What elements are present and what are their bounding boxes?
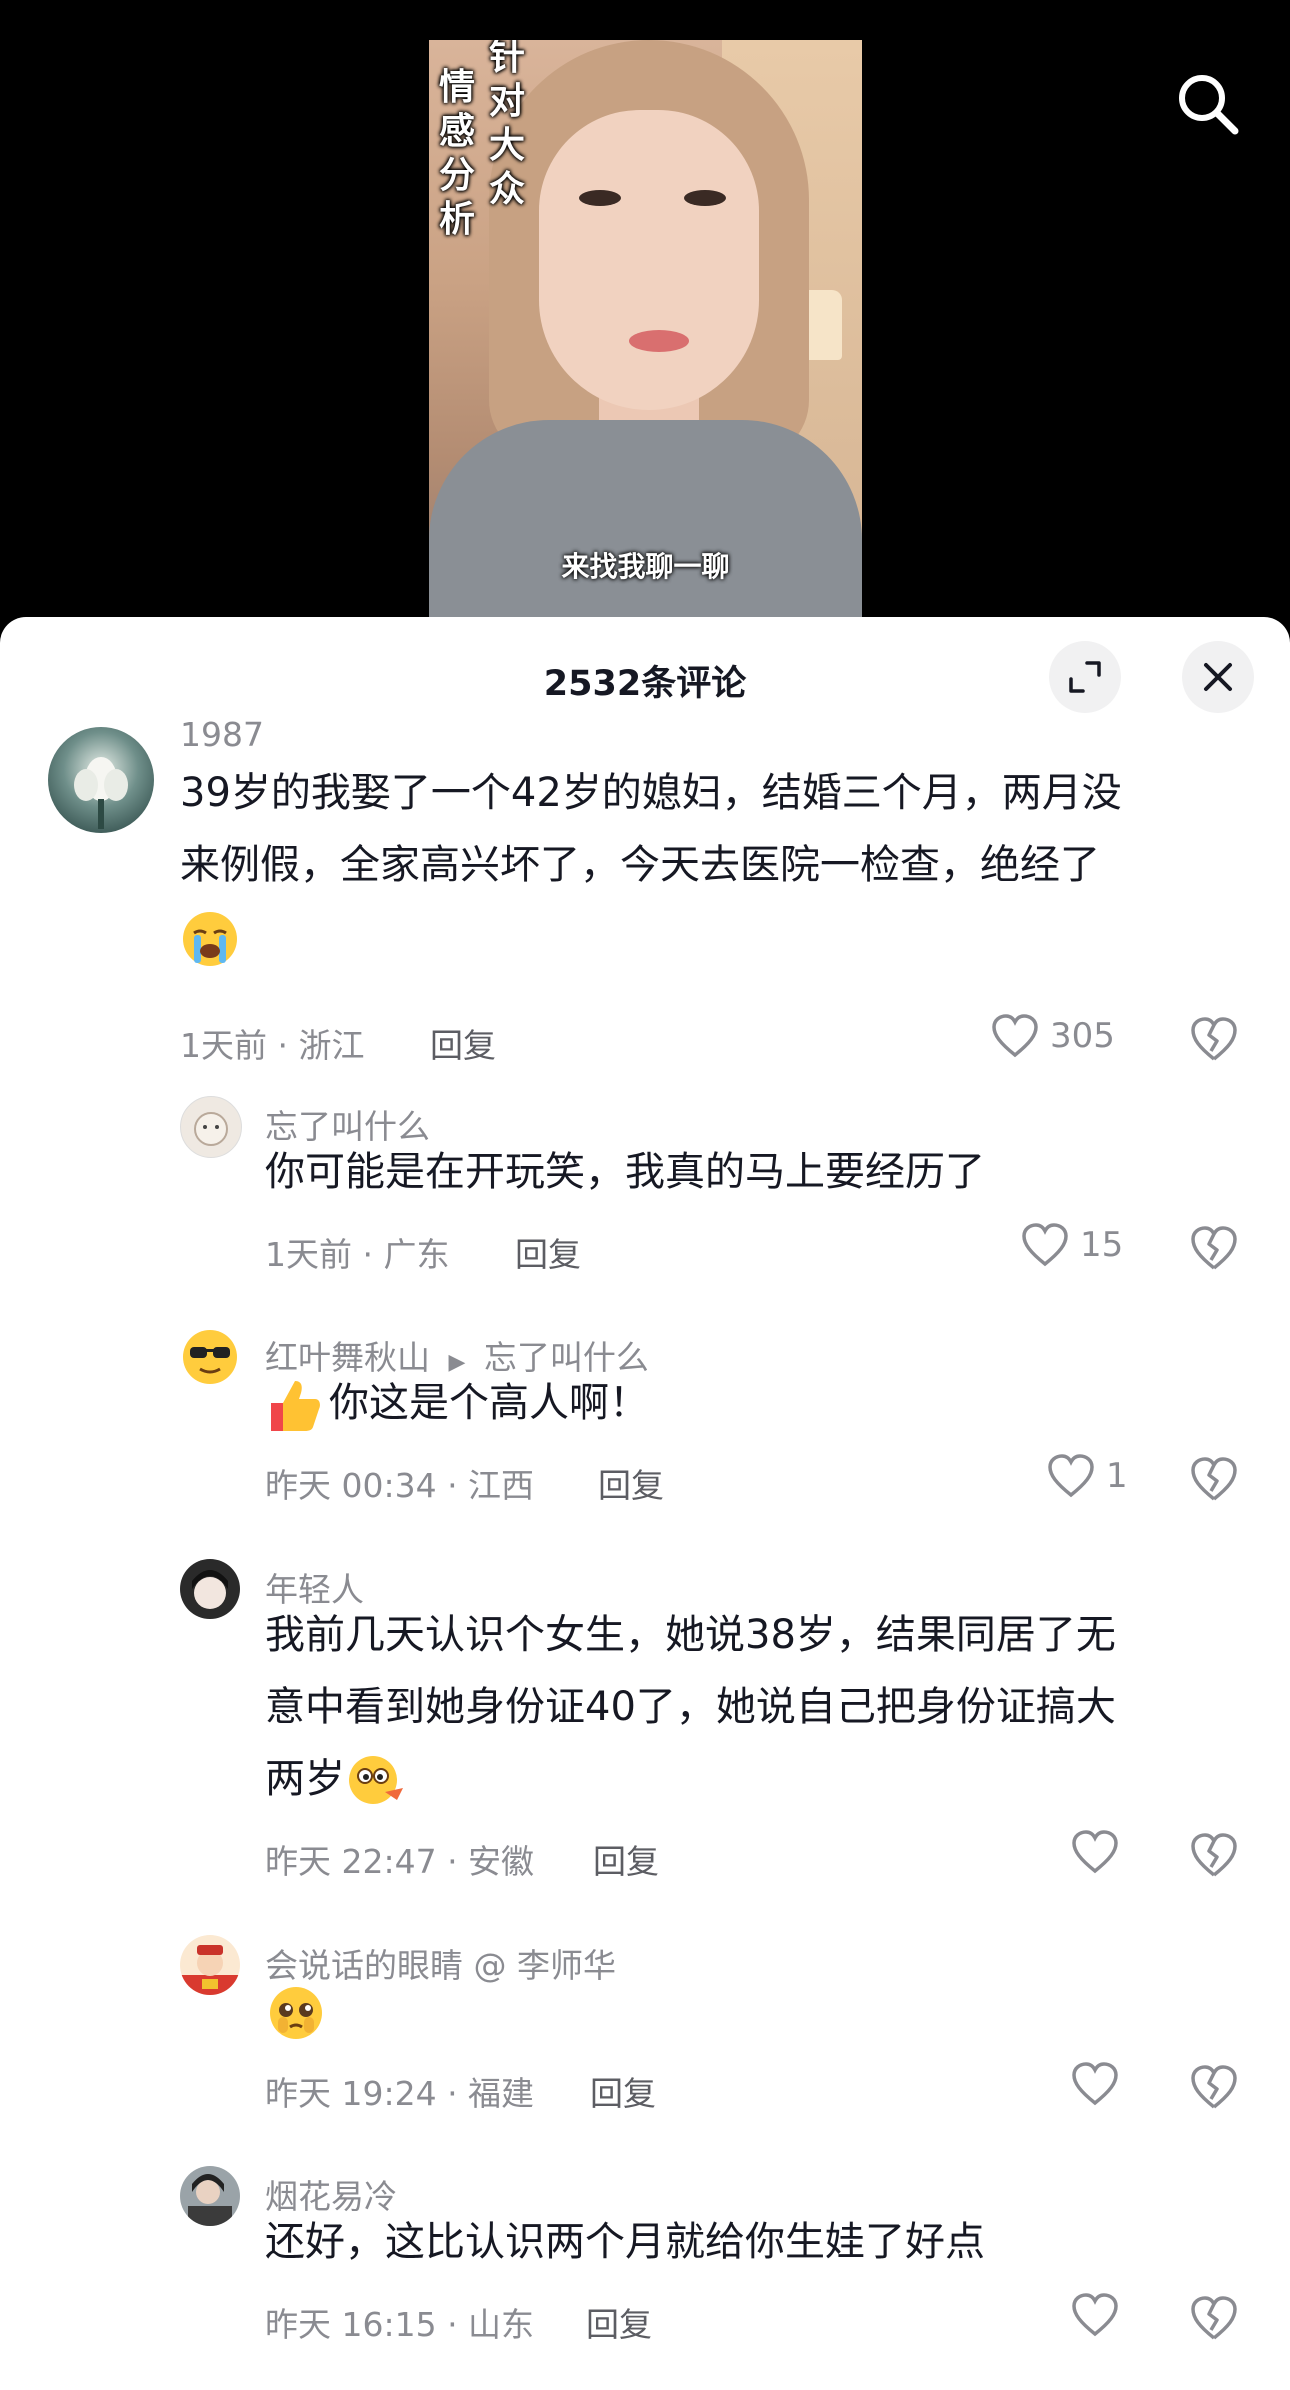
dislike-button[interactable]	[1188, 1015, 1240, 1067]
comment-text	[265, 1975, 1225, 2047]
like-button[interactable]	[1070, 1829, 1130, 1875]
broken-heart-icon	[1191, 1457, 1237, 1501]
avatar[interactable]	[180, 1096, 242, 1158]
video-person-eye-right	[684, 190, 726, 206]
fortune-god-avatar-icon	[180, 1945, 240, 1995]
like-count: 305	[1050, 1016, 1115, 1056]
comment-text-line: 意中看到她身份证40了，她说自己把身份证搞大	[265, 1684, 1116, 1730]
heart-icon	[1072, 1830, 1118, 1874]
comment-meta: 昨天 00:34 · 江西	[265, 1466, 535, 1505]
reply-button[interactable]: 回复	[586, 2298, 652, 2346]
broken-heart-icon	[1191, 1226, 1237, 1270]
like-count: 1	[1106, 1456, 1128, 1496]
video-player[interactable]: 情感分析 针对大众 来找我聊一聊	[0, 0, 1290, 640]
reply-comment-item: 年轻人 我前几天认识个女生，她说38岁，结果同居了无 意中看到她身份证40了，她…	[0, 1553, 1290, 1893]
expand-button[interactable]	[1049, 641, 1121, 713]
dislike-button[interactable]	[1188, 2063, 1240, 2115]
reply-button[interactable]: 回复	[593, 1835, 659, 1883]
close-icon	[1204, 663, 1232, 691]
broken-heart-icon	[1191, 2296, 1237, 2340]
search-button[interactable]	[1172, 68, 1244, 140]
lotus-avatar-icon	[74, 757, 128, 829]
comment-text-line: 两岁	[265, 1756, 345, 1802]
video-overlay-text-right: 针对大众	[488, 40, 525, 210]
broken-heart-icon	[1191, 1017, 1237, 1061]
pleading-face-icon	[270, 1987, 322, 2039]
comment-text: 你可能是在开玩笑，我真的马上要经历了	[265, 1149, 985, 1195]
reply-comment-item: 烟花易冷 还好，这比认识两个月就给你生娃了好点 昨天 16:15 · 山东 回复	[0, 2160, 1290, 2360]
broken-heart-icon	[1191, 2065, 1237, 2109]
comment-text: 我前几天认识个女生，她说38岁，结果同居了无 意中看到她身份证40了，她说自己把…	[265, 1599, 1245, 1815]
heart-icon	[1022, 1223, 1068, 1267]
expand-icon	[1069, 661, 1101, 693]
cool-face-avatar-icon	[183, 1330, 237, 1384]
heart-icon	[1072, 2062, 1118, 2106]
avatar[interactable]	[180, 1327, 240, 1387]
close-button[interactable]	[1182, 641, 1254, 713]
avatar[interactable]	[48, 727, 154, 833]
comment-meta: 1天前 · 浙江	[180, 1026, 365, 1065]
like-button[interactable]	[1070, 2292, 1130, 2338]
puzzled-face-icon	[349, 1756, 403, 1804]
like-button[interactable]: 1	[1046, 1453, 1128, 1499]
like-count: 15	[1080, 1225, 1124, 1265]
video-subtitle: 来找我聊一聊	[561, 550, 730, 583]
search-icon	[1179, 75, 1239, 135]
heart-icon	[1072, 2293, 1118, 2337]
comment-username[interactable]: 1987	[180, 715, 264, 754]
like-button[interactable]: 305	[990, 1013, 1115, 1059]
comment-text-content: 你这是个高人啊！	[329, 1380, 649, 1426]
reply-button[interactable]: 回复	[598, 1459, 664, 1507]
avatar[interactable]	[180, 1935, 240, 1995]
comment-text-line: 我前几天认识个女生，她说38岁，结果同居了无	[265, 1612, 1116, 1658]
comments-sheet: 2532条评论 1987 39岁的我娶了一个42岁的媳妇，结婚三个月，两月没 来…	[0, 617, 1290, 2390]
video-person-face	[539, 110, 759, 410]
video-person-eye-left	[579, 190, 621, 206]
cat-avatar-icon	[194, 1112, 228, 1146]
comment-item: 1987 39岁的我娶了一个42岁的媳妇，结婚三个月，两月没 来例假，全家高兴坏…	[0, 715, 1290, 1065]
photo-avatar-icon	[188, 2174, 232, 2226]
reply-comment-item: 忘了叫什么 你可能是在开玩笑，我真的马上要经历了 1天前 · 广东 回复 15	[0, 1090, 1290, 1290]
comment-text-line: 39岁的我娶了一个42岁的媳妇，结婚三个月，两月没	[180, 770, 1122, 816]
avatar[interactable]	[180, 2166, 240, 2226]
avatar[interactable]	[180, 1559, 240, 1619]
comment-meta: 昨天 22:47 · 安徽	[265, 1842, 535, 1881]
video-person-shirt	[429, 420, 862, 640]
video-person-lips	[629, 330, 689, 352]
comment-text: 你这是个高人啊！	[265, 1367, 1225, 1439]
like-button[interactable]	[1070, 2061, 1130, 2107]
comment-meta: 昨天 19:24 · 福建	[265, 2074, 535, 2113]
comment-text: 39岁的我娶了一个42岁的媳妇，结婚三个月，两月没 来例假，全家高兴坏了，今天去…	[180, 757, 1230, 973]
reply-comment-item: 红叶舞秋山 ▶ 忘了叫什么 你这是个高人啊！ 昨天 00:34 · 江西 回复 …	[0, 1321, 1290, 1521]
video-frame[interactable]: 情感分析 针对大众 来找我聊一聊	[429, 40, 862, 640]
reply-button[interactable]: 回复	[430, 1019, 496, 1067]
dislike-button[interactable]	[1188, 1455, 1240, 1507]
comment-text: 还好，这比认识两个月就给你生娃了好点	[265, 2219, 985, 2265]
heart-icon	[1048, 1454, 1094, 1498]
comment-meta: 1天前 · 广东	[265, 1235, 450, 1274]
reply-comment-item: 会说话的眼睛 @ 李师华 昨天 19:24 · 福建 回复	[0, 1929, 1290, 2129]
dislike-button[interactable]	[1188, 1224, 1240, 1276]
thumbs-up-icon	[271, 1381, 320, 1431]
broken-heart-icon	[1191, 1833, 1237, 1877]
reply-button[interactable]: 回复	[515, 1228, 581, 1276]
loudly-crying-face-icon	[183, 912, 237, 966]
dislike-button[interactable]	[1188, 1831, 1240, 1883]
comment-meta: 昨天 16:15 · 山东	[265, 2305, 535, 2344]
video-overlay-text-left: 情感分析	[438, 67, 475, 240]
dislike-button[interactable]	[1188, 2294, 1240, 2346]
like-button[interactable]: 15	[1020, 1222, 1123, 1268]
comment-text-line: 来例假，全家高兴坏了，今天去医院一检查，绝经了	[180, 842, 1100, 888]
reply-button[interactable]: 回复	[590, 2067, 656, 2115]
heart-icon	[992, 1014, 1038, 1058]
anime-avatar-icon	[192, 1570, 228, 1609]
